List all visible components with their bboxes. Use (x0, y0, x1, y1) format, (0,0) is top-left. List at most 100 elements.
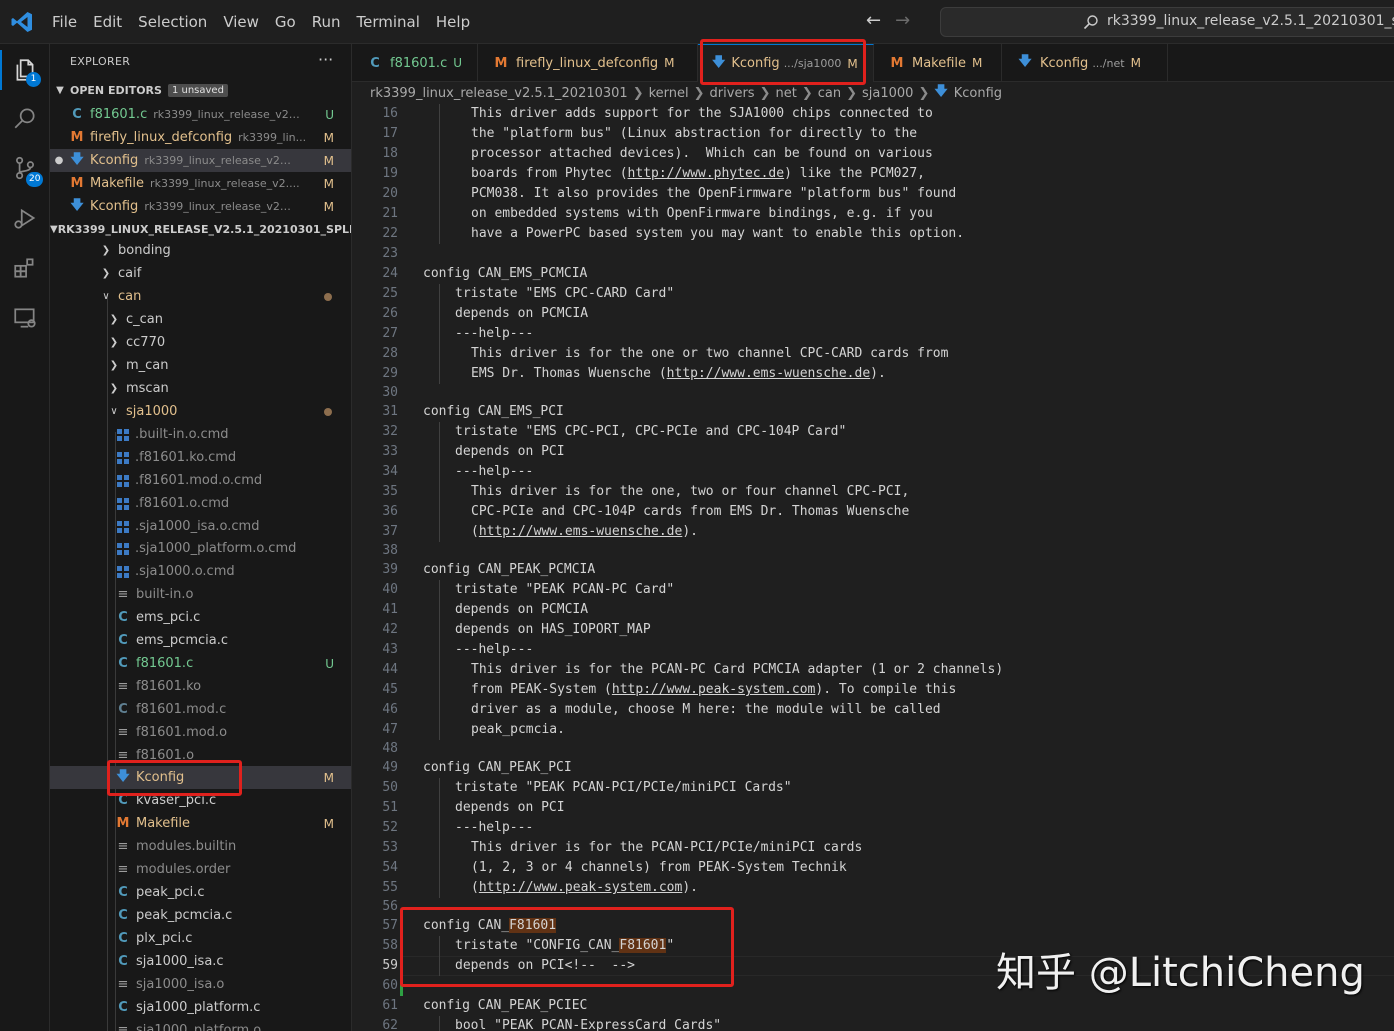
vscode-logo-icon[interactable] (10, 10, 34, 34)
open-editor-item[interactable]: 🡇 Kconfig rk3399_linux_release_v2.5.... … (50, 195, 351, 218)
tree-folder-open[interactable]: ∨ sja1000 (50, 400, 351, 423)
tree-file[interactable]: ≡ modules.order (50, 858, 351, 881)
tree-file[interactable]: Cplx_pci.c (50, 927, 351, 950)
tab-firefly-linux-defconfig[interactable]: M firefly_linux_defconfig M (478, 44, 698, 82)
line-number: 42 (382, 622, 398, 637)
run-debug-activity-button[interactable] (0, 194, 50, 242)
search-activity-button[interactable] (0, 94, 50, 142)
menu-terminal[interactable]: Terminal (349, 13, 428, 31)
line-number: 58 (382, 938, 398, 953)
tree-file[interactable]: ≡ modules.builtin (50, 835, 351, 858)
tree-folder[interactable]: ❯ bonding (50, 239, 351, 262)
tree-file[interactable]: .built-in.o.cmd (50, 423, 351, 446)
code-link[interactable]: http://www.ems-wuensche.de (667, 366, 871, 381)
tree-file[interactable]: Cf81601.mod.c (50, 698, 351, 721)
tab-f81601-c[interactable]: C f81601.c U (352, 44, 478, 82)
tree-file[interactable]: .f81601.ko.cmd (50, 446, 351, 469)
menu-run[interactable]: Run (304, 13, 349, 31)
line-number: 38 (382, 543, 398, 558)
tree-file[interactable]: Cpeak_pcmcia.c (50, 904, 351, 927)
tab-makefile[interactable]: M Makefile M (874, 44, 1002, 82)
tree-folder[interactable]: ❯ caif (50, 262, 351, 285)
tree-file[interactable]: .sja1000_isa.o.cmd (50, 515, 351, 538)
tree-file[interactable]: Cf81601.c U (50, 652, 351, 675)
unsaved-dot-icon[interactable]: ● (50, 155, 68, 166)
tree-file[interactable]: .sja1000.o.cmd (50, 560, 351, 583)
line-number: 21 (382, 206, 398, 221)
tree-file[interactable]: M Makefile M (50, 812, 351, 835)
tree-folder[interactable]: ❯ mscan (50, 377, 351, 400)
code-editor[interactable]: 16 17 18 19 20 21 22 23 24 25 26 27 28 29 30 31 32 33 34 35… (352, 104, 1394, 1031)
line-number: 33 (382, 444, 398, 459)
code-line: tristate "EMS CPC-PCI, CPC-PCIe and CPC-… (455, 424, 847, 439)
code-link[interactable]: http://www.peak-system.com (612, 682, 816, 697)
open-editor-path: rk3399_linux_release_v2.5.... (144, 154, 295, 167)
breadcrumb-item[interactable]: sja1000 (862, 86, 913, 101)
tree-folder[interactable]: ❯ m_can (50, 354, 351, 377)
open-editor-name: firefly_linux_defconfig (90, 130, 233, 145)
tree-folder-open[interactable]: ∨ can (50, 285, 351, 308)
menu-help[interactable]: Help (428, 13, 478, 31)
more-actions-icon[interactable]: ··· (318, 50, 333, 69)
open-editor-item-active[interactable]: ● 🡇 Kconfig rk3399_linux_release_v2.5....… (50, 149, 351, 172)
forward-arrow-icon[interactable]: → (895, 10, 910, 31)
breadcrumb-item[interactable]: net (775, 86, 796, 101)
tree-file[interactable]: ≡ sja1000_platform.o (50, 1019, 351, 1031)
line-number: 22 (382, 226, 398, 241)
menu-file[interactable]: File (44, 13, 85, 31)
open-editor-item[interactable]: C f81601.c rk3399_linux_release_v2.5....… (50, 103, 351, 126)
tree-file[interactable]: .f81601.o.cmd (50, 492, 351, 515)
line-number: 35 (382, 484, 398, 499)
tree-file[interactable]: Csja1000_isa.c (50, 950, 351, 973)
breadcrumb-item[interactable]: can (818, 86, 841, 101)
code-link[interactable]: http://www.peak-system.com (479, 880, 683, 895)
tree-file[interactable]: .f81601.mod.o.cmd (50, 469, 351, 492)
status-badge: M (323, 816, 334, 831)
explorer-activity-button[interactable]: 1 (0, 46, 50, 94)
breadcrumb-item[interactable]: kernel (649, 86, 689, 101)
tree-file[interactable]: .sja1000_platform.o.cmd (50, 537, 351, 560)
line-number: 52 (382, 820, 398, 835)
code-line: ---help--- (455, 464, 534, 479)
tree-file[interactable]: Csja1000_platform.c (50, 996, 351, 1019)
command-center-search[interactable]: rk3399_linux_release_v2.5.1_20210301_spl… (940, 7, 1394, 37)
code-link[interactable]: http://www.ems-wuensche.de (479, 524, 683, 539)
code-line: depends on PCI (455, 444, 565, 459)
tab-kconfig-net[interactable]: 🡇 Kconfig .../net M (1002, 44, 1168, 82)
open-editors-header[interactable]: ▼ OPEN EDITORS 1 unsaved (50, 79, 351, 101)
remote-explorer-activity-button[interactable] (0, 294, 50, 342)
extensions-activity-button[interactable] (0, 244, 50, 292)
menu-view[interactable]: View (215, 13, 267, 31)
text-file-icon: ≡ (117, 839, 129, 854)
breadcrumb-item[interactable]: rk3399_linux_release_v2.5.1_20210301 (370, 86, 628, 101)
code-link[interactable]: http://www.phytec.de (628, 166, 785, 181)
line-number: 62 (382, 1018, 398, 1031)
menu-edit[interactable]: Edit (85, 13, 130, 31)
editor-tabs: C f81601.c U M firefly_linux_defconfig M… (352, 44, 1394, 82)
title-bar: File Edit Selection View Go Run Terminal… (0, 0, 1394, 44)
tree-file[interactable]: ≡ f81601.ko (50, 675, 351, 698)
tree-folder[interactable]: ❯ c_can (50, 308, 351, 331)
cmd-file-icon (117, 428, 129, 441)
tree-file[interactable]: ≡ built-in.o (50, 583, 351, 606)
tree-file[interactable]: Cems_pcmcia.c (50, 629, 351, 652)
line-number: 51 (382, 800, 398, 815)
workspace-root-header[interactable]: ▼ RK3399_LINUX_RELEASE_V2.5.1_20210301_S… (50, 218, 351, 240)
line-number: 43 (382, 642, 398, 657)
menu-selection[interactable]: Selection (130, 13, 215, 31)
menu-go[interactable]: Go (267, 13, 304, 31)
tree-file[interactable]: Cpeak_pci.c (50, 881, 351, 904)
chevron-right-icon: ❯ (101, 245, 111, 256)
code-line: have a PowerPC based system you may want… (471, 226, 965, 241)
tree-file[interactable]: Cems_pci.c (50, 606, 351, 629)
back-arrow-icon[interactable]: ← (866, 10, 881, 31)
breadcrumb-item[interactable]: drivers (710, 86, 755, 101)
tree-folder[interactable]: ❯ cc770 (50, 331, 351, 354)
tree-file[interactable]: ≡ f81601.mod.o (50, 721, 351, 744)
tree-file[interactable]: ≡ sja1000_isa.o (50, 973, 351, 996)
open-editor-item[interactable]: M Makefile rk3399_linux_release_v2.... M (50, 172, 351, 195)
open-editor-item[interactable]: M firefly_linux_defconfig rk3399_lin... … (50, 126, 351, 149)
source-control-activity-button[interactable]: 20 (0, 144, 50, 192)
kconfig-file-icon: 🡇 (70, 197, 84, 213)
breadcrumb-item[interactable]: Kconfig (954, 86, 1002, 101)
